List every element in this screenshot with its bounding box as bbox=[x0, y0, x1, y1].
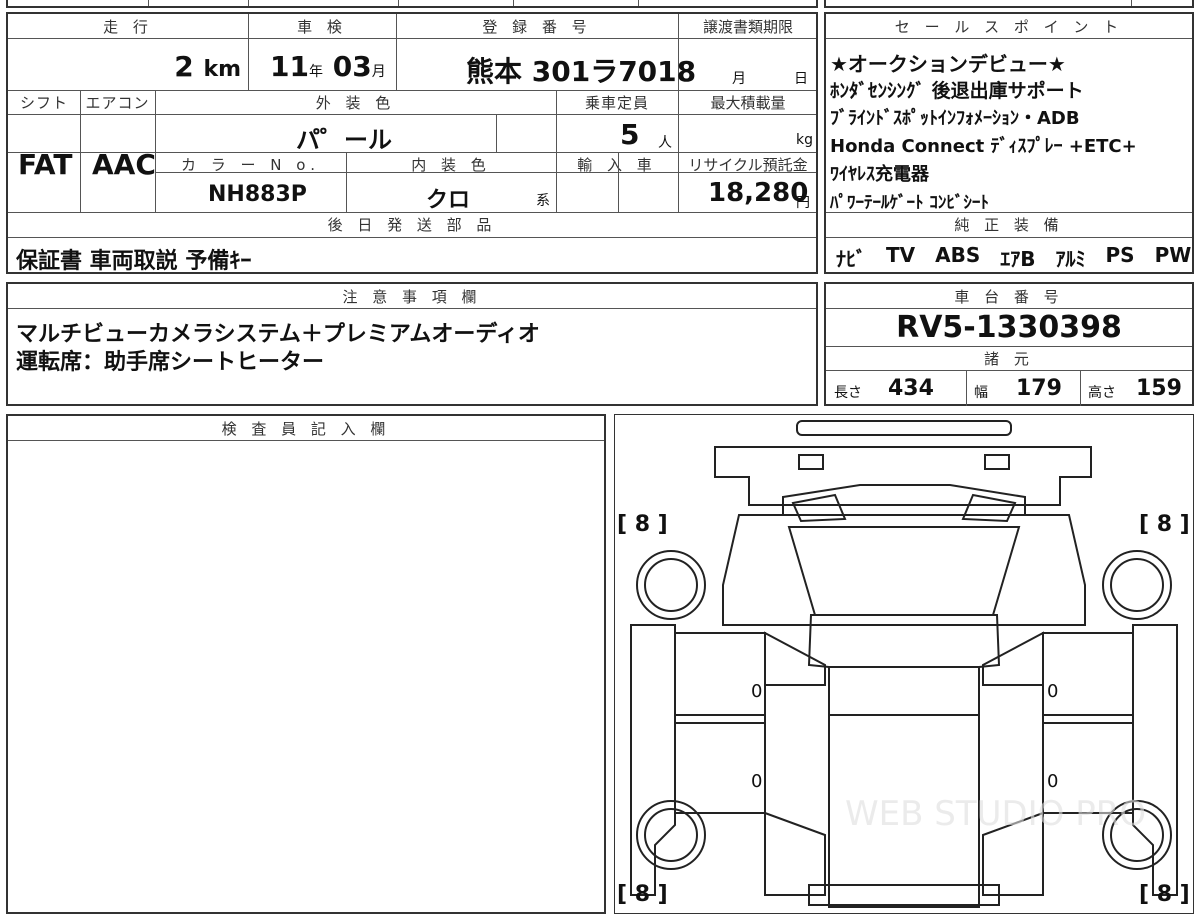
interior-color-value: クロ bbox=[426, 188, 471, 213]
height-value: 159 bbox=[1136, 376, 1182, 401]
mileage-label: 走 行 bbox=[103, 18, 153, 36]
later-parts-label: 後 日 発 送 部 品 bbox=[327, 216, 497, 234]
mileage-value: 2 km bbox=[174, 50, 241, 83]
max-load-unit: kg bbox=[796, 132, 813, 148]
chassis-number-value: RV5-1330398 bbox=[896, 310, 1122, 345]
equipment-list: ﾅﾋﾞ TV ABS ｴｱB ｱﾙﾐ PS PW bbox=[836, 243, 1191, 272]
equipment-item-pw: PW bbox=[1154, 243, 1192, 267]
chassis-number-label: 車 台 番 号 bbox=[954, 288, 1064, 306]
watermark: WEB STUDIO PRO bbox=[845, 794, 1146, 834]
transfer-deadline-label: 譲渡書類期限 bbox=[702, 18, 793, 36]
equipment-item-tv: TV bbox=[886, 243, 916, 267]
door-rear-right-score: 0 bbox=[1047, 771, 1058, 792]
inspection-label: 車 検 bbox=[297, 18, 347, 36]
sales-points-label: セ ー ル ス ポ イ ン ト bbox=[894, 18, 1124, 36]
interior-suffix: 系 bbox=[536, 193, 550, 209]
transfer-month-unit: 月 bbox=[732, 71, 746, 87]
sales-line-6: ﾊﾟﾜｰﾃｰﾙｹﾞｰﾄ ｺﾝﾋﾞｼｰﾄ bbox=[830, 193, 989, 213]
sales-points-box: セ ー ル ス ポ イ ン ト ★オークションデビュー★ ﾎﾝﾀﾞｾﾝｼﾝｸﾞ … bbox=[824, 12, 1194, 274]
notes-label: 注 意 事 項 欄 bbox=[342, 288, 482, 306]
capacity-unit: 人 bbox=[658, 135, 672, 151]
sales-line-4: Honda Connect ﾃﾞｨｽﾌﾟﾚｰ +ETC+ bbox=[830, 136, 1137, 157]
door-rear-left-score: 0 bbox=[751, 771, 762, 792]
equipment-item-ps: PS bbox=[1105, 243, 1135, 267]
equipment-item-alloy: ｱﾙﾐ bbox=[1055, 247, 1086, 271]
inspector-label: 検 査 員 記 入 欄 bbox=[221, 420, 391, 438]
inspection-date: 11年 03月 bbox=[270, 50, 386, 83]
transfer-day-unit: 日 bbox=[794, 71, 808, 87]
top-cutoff-strip bbox=[6, 0, 818, 8]
chassis-specs-box: 車 台 番 号 RV5-1330398 諸 元 長さ 434 幅 179 高さ … bbox=[824, 282, 1194, 406]
equipment-label: 純 正 装 備 bbox=[954, 216, 1064, 234]
car-diagram-box: [ 8 ] [ 8 ] [ 8 ] [ 8 ] 0 0 0 0 WEB STUD… bbox=[614, 414, 1194, 914]
exterior-color-value: パ゜ール bbox=[296, 126, 392, 154]
equipment-item-abs: ABS bbox=[935, 243, 981, 267]
sales-line-1: ★オークションデビュー★ bbox=[830, 52, 1066, 76]
equipment-item-navi: ﾅﾋﾞ bbox=[836, 247, 866, 271]
specs-label: 諸 元 bbox=[984, 350, 1034, 368]
tire-rear-right: [ 8 ] bbox=[1139, 882, 1190, 907]
shift-value: FAT bbox=[18, 148, 73, 181]
recycle-fee-label: リサイクル預託金 bbox=[688, 156, 808, 174]
interior-color-label: 内 装 色 bbox=[411, 156, 491, 174]
exterior-color-label: 外 装 色 bbox=[315, 94, 396, 112]
length-value: 434 bbox=[888, 376, 934, 401]
sales-line-3: ﾌﾞﾗｲﾝﾄﾞｽﾎﾟｯﾄｲﾝﾌｫﾒｰｼｮﾝ・ADB bbox=[830, 108, 1080, 129]
height-label: 高さ bbox=[1088, 385, 1116, 401]
later-parts-value: 保証書 車両取説 予備ｷｰ bbox=[16, 249, 252, 274]
ac-label: エアコン bbox=[85, 94, 150, 112]
recycle-fee-unit: 円 bbox=[796, 195, 810, 211]
capacity-value: 5 bbox=[620, 118, 640, 151]
notes-line-2: 運転席：助手席シートヒーター bbox=[16, 350, 325, 375]
registration-value: 熊本 301ラ7018 bbox=[466, 55, 697, 88]
width-value: 179 bbox=[1016, 376, 1062, 401]
door-front-left-score: 0 bbox=[751, 681, 762, 702]
equipment-item-airbag: ｴｱB bbox=[1000, 247, 1036, 271]
max-load-label: 最大積載量 bbox=[710, 94, 786, 112]
inspector-box: 検 査 員 記 入 欄 bbox=[6, 414, 606, 914]
width-label: 幅 bbox=[974, 385, 988, 401]
length-label: 長さ bbox=[834, 385, 862, 401]
ac-value: AAC bbox=[92, 148, 156, 181]
vehicle-info-grid: 走 行 車 検 登 録 番 号 譲渡書類期限 2 km 11年 03月 熊本 3… bbox=[6, 12, 818, 274]
color-no-label: カ ラ ー N o. bbox=[181, 156, 320, 174]
car-diagram: [ 8 ] [ 8 ] [ 8 ] [ 8 ] 0 0 0 0 WEB STUD… bbox=[617, 420, 1190, 908]
capacity-label: 乗車定員 bbox=[584, 94, 649, 112]
import-label: 輸 入 車 bbox=[577, 156, 657, 174]
top-right-cutoff-strip bbox=[824, 0, 1194, 8]
recycle-fee-value: 18,280 bbox=[708, 178, 809, 208]
registration-label: 登 録 番 号 bbox=[482, 18, 592, 36]
sales-line-5: ﾜｲﾔﾚｽ充電器 bbox=[830, 164, 929, 185]
tire-front-left: [ 8 ] bbox=[617, 512, 668, 537]
color-no-value: NH883P bbox=[208, 182, 307, 207]
tire-rear-left: [ 8 ] bbox=[617, 882, 668, 907]
sales-line-2: ﾎﾝﾀﾞｾﾝｼﾝｸﾞ 後退出庫サポート bbox=[830, 80, 1084, 102]
tire-front-right: [ 8 ] bbox=[1139, 512, 1190, 537]
shift-label: シフト bbox=[19, 94, 68, 112]
notes-box: 注 意 事 項 欄 マルチビューカメラシステム＋プレミアムオーディオ 運転席：助… bbox=[6, 282, 818, 406]
door-front-right-score: 0 bbox=[1047, 681, 1058, 702]
